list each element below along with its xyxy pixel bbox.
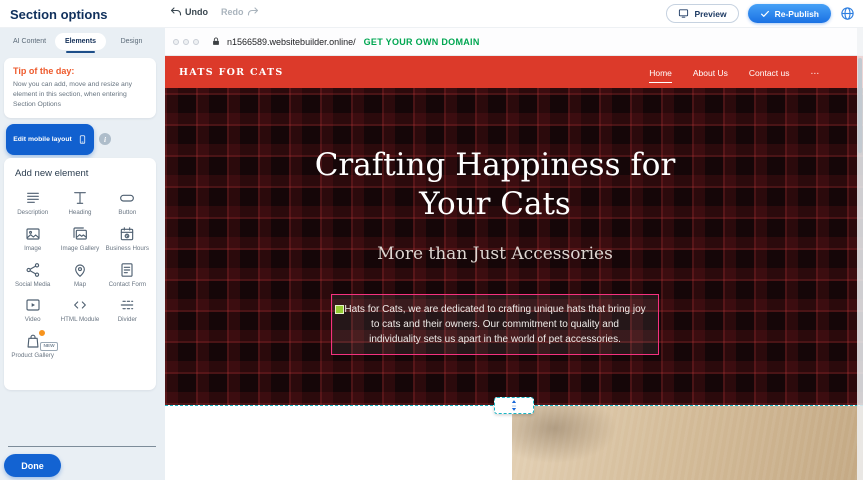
site-logo[interactable]: Hats for Cats [179, 67, 284, 78]
element-grid: Description Heading Button Image Image G… [9, 188, 151, 360]
contact-form-icon [119, 262, 135, 278]
history-controls: Undo Redo [170, 6, 259, 18]
html-module-icon [72, 297, 88, 313]
element-video[interactable]: Video [9, 295, 56, 324]
element-image-gallery[interactable]: Image Gallery [56, 224, 103, 253]
website-builder-app: Section options Undo Redo Preview Re-Pub… [0, 0, 863, 480]
new-badge-label: NEW [40, 342, 57, 351]
element-image[interactable]: Image [9, 224, 56, 253]
button-icon [119, 190, 135, 206]
scrollbar[interactable] [857, 28, 863, 480]
element-button[interactable]: Button [104, 188, 151, 217]
globe-icon[interactable] [840, 6, 855, 21]
top-bar: Section options Undo Redo Preview Re-Pub… [0, 0, 863, 28]
image-icon [25, 226, 41, 242]
new-badge-dot [38, 329, 46, 337]
edit-mobile-layout-button[interactable]: Edit mobile layout [6, 124, 94, 155]
undo-icon [170, 6, 182, 18]
nav-more-menu[interactable]: ⋯ [811, 62, 820, 83]
next-section[interactable] [165, 406, 863, 480]
hero-body-text: Hats for Cats, we are dedicated to craft… [344, 302, 646, 347]
check-icon [760, 9, 770, 19]
browser-address-bar: n1566589.websitebuilder.online/ GET YOUR… [165, 28, 863, 56]
republish-label: Re-Publish [775, 9, 819, 19]
sidebar-divider [8, 446, 156, 447]
sidebar: AI Content Elements Design Tip of the da… [0, 28, 165, 480]
window-dot [193, 39, 199, 45]
monitor-icon [678, 8, 689, 19]
tip-title: Tip of the day: [13, 66, 147, 76]
hero-title[interactable]: Crafting Happiness for Your Cats [315, 146, 676, 224]
business-hours-icon [119, 226, 135, 242]
preview-label: Preview [694, 9, 726, 19]
divider-icon [119, 297, 135, 313]
preview-button[interactable]: Preview [666, 4, 738, 23]
hero-title-line1: Crafting Happiness for [315, 146, 676, 185]
get-domain-link[interactable]: GET YOUR OWN DOMAIN [364, 37, 480, 47]
heading-icon [72, 190, 88, 206]
tab-elements[interactable]: Elements [55, 33, 106, 50]
next-section-image[interactable] [512, 406, 863, 480]
undo-label: Undo [185, 7, 208, 17]
site-nav: Home About Us Contact us ⋯ [649, 62, 819, 83]
video-icon [25, 297, 41, 313]
lock-icon [211, 36, 221, 47]
window-dot [183, 39, 189, 45]
element-social-media[interactable]: Social Media [9, 260, 56, 289]
top-bar-actions: Preview Re-Publish [666, 4, 855, 23]
undo-button[interactable]: Undo [170, 6, 208, 18]
hero-subtitle[interactable]: More than Just Accessories [377, 244, 613, 264]
site-url: n1566589.websitebuilder.online/ [227, 37, 356, 47]
add-new-element-title: Add new element [15, 168, 151, 179]
sidebar-tabs: AI Content Elements Design [4, 33, 157, 50]
element-contact-form[interactable]: Contact Form [104, 260, 151, 289]
element-divider[interactable]: Divider [104, 295, 151, 324]
hero-content: Crafting Happiness for Your Cats More th… [165, 88, 825, 405]
hero-title-line2: Your Cats [315, 185, 676, 224]
element-html-module[interactable]: HTML Module [56, 295, 103, 324]
nav-home[interactable]: Home [649, 62, 672, 83]
element-drag-handle[interactable] [335, 305, 344, 314]
element-business-hours[interactable]: Business Hours [104, 224, 151, 253]
element-heading[interactable]: Heading [56, 188, 103, 217]
element-map[interactable]: Map [56, 260, 103, 289]
element-description[interactable]: Description [9, 188, 56, 217]
redo-icon [247, 6, 259, 18]
nav-contact-us[interactable]: Contact us [749, 62, 790, 82]
phone-icon [78, 132, 87, 147]
redo-button[interactable]: Redo [221, 6, 259, 18]
site-preview: n1566589.websitebuilder.online/ GET YOUR… [165, 28, 863, 480]
redo-label: Redo [221, 7, 244, 17]
hero-section[interactable]: Crafting Happiness for Your Cats More th… [165, 88, 863, 405]
done-button[interactable]: Done [4, 454, 61, 477]
social-media-icon [25, 262, 41, 278]
hero-text-element-selected[interactable]: Hats for Cats, we are dedicated to craft… [331, 294, 659, 355]
map-icon [72, 262, 88, 278]
info-icon[interactable]: i [99, 133, 111, 145]
window-dot [173, 39, 179, 45]
republish-button[interactable]: Re-Publish [748, 4, 831, 23]
scrollbar-thumb[interactable] [858, 58, 862, 153]
add-new-element-panel: Add new element Description Heading Butt… [4, 158, 156, 390]
nav-about-us[interactable]: About Us [693, 62, 728, 82]
section-boundary [165, 405, 863, 406]
tab-design[interactable]: Design [106, 33, 157, 50]
site-header: Hats for Cats Home About Us Contact us ⋯ [165, 56, 863, 88]
tip-of-the-day-card: Tip of the day: Now you can add, move an… [4, 58, 156, 118]
resize-arrows-icon [509, 399, 519, 412]
tip-body: Now you can add, move and resize any ele… [13, 80, 147, 110]
edit-mobile-label: Edit mobile layout [13, 136, 72, 143]
description-icon [25, 190, 41, 206]
section-resize-handle[interactable] [494, 397, 534, 414]
tab-ai-content[interactable]: AI Content [4, 33, 55, 50]
image-gallery-icon [72, 226, 88, 242]
page-title: Section options [10, 7, 108, 22]
element-product-gallery[interactable]: NEW Product Gallery [9, 331, 56, 360]
